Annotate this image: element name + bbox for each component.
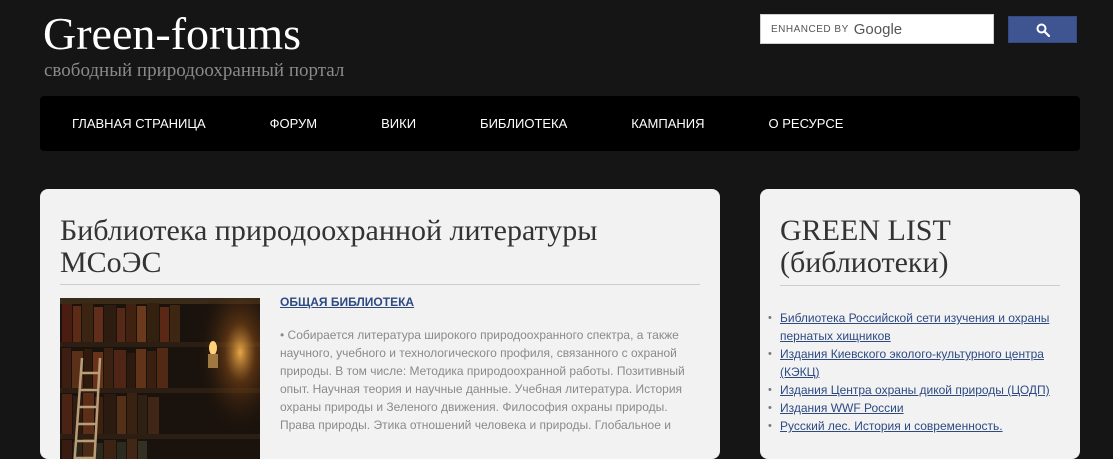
nav-item-forum[interactable]: ФОРУМ [238,116,349,131]
main-panel: Библиотека природоохранной литературы МС… [40,189,720,459]
list-item: Издания Центра охраны дикой природы (ЦОД… [768,381,1068,399]
list-item: Издания Киевского эколого-культурного це… [768,345,1068,381]
page-title: Библиотека природоохранной литературы МС… [60,214,598,279]
title-divider [60,284,700,285]
green-list-link[interactable]: Издания Центра охраны дикой природы (ЦОД… [780,383,1050,397]
nav-item-wiki[interactable]: ВИКИ [349,116,448,131]
green-list-panel: GREEN LIST (библиотеки) Библиотека Росси… [760,189,1080,459]
search-button[interactable] [1008,16,1077,43]
green-list: Библиотека Российской сети изучения и ох… [768,309,1068,435]
search-enhanced-label: ENHANCED BY [771,23,849,35]
search-input[interactable]: ENHANCED BY Google [760,14,994,44]
main-navigation: ГЛАВНАЯ СТРАНИЦА ФОРУМ ВИКИ БИБЛИОТЕКА К… [40,96,1080,151]
site-title[interactable]: Green-forums [43,8,301,60]
library-books-image [60,298,260,459]
list-item: Русский лес. История и современность. [768,417,1068,435]
general-library-description: • Собирается литература широкого природо… [280,326,695,434]
general-library-text: Собирается литература широкого природоох… [280,328,685,432]
nav-item-about[interactable]: О РЕСУРСЕ [737,116,876,131]
green-list-link[interactable]: Библиотека Российской сети изучения и ох… [780,311,1049,343]
search-icon [1036,23,1050,37]
general-library-link[interactable]: ОБЩАЯ БИБЛИОТЕКА [280,295,414,309]
list-item: Издания WWF России [768,399,1068,417]
bullet-icon: • [280,328,288,342]
site-subtitle: свободный природоохранный портал [44,60,345,81]
green-list-link[interactable]: Издания Киевского эколого-культурного це… [780,347,1044,379]
green-list-title: GREEN LIST (библиотеки) [780,214,951,279]
green-list-link[interactable]: Издания WWF России [780,401,904,415]
green-list-link[interactable]: Русский лес. История и современность. [780,419,1003,433]
nav-item-campaign[interactable]: КАМПАНИЯ [599,116,736,131]
list-item: Библиотека Российской сети изучения и ох… [768,309,1068,345]
green-list-divider [780,285,1060,286]
nav-item-library[interactable]: БИБЛИОТЕКА [448,116,599,131]
search-google-label: Google [853,20,903,38]
nav-item-home[interactable]: ГЛАВНАЯ СТРАНИЦА [40,116,238,131]
